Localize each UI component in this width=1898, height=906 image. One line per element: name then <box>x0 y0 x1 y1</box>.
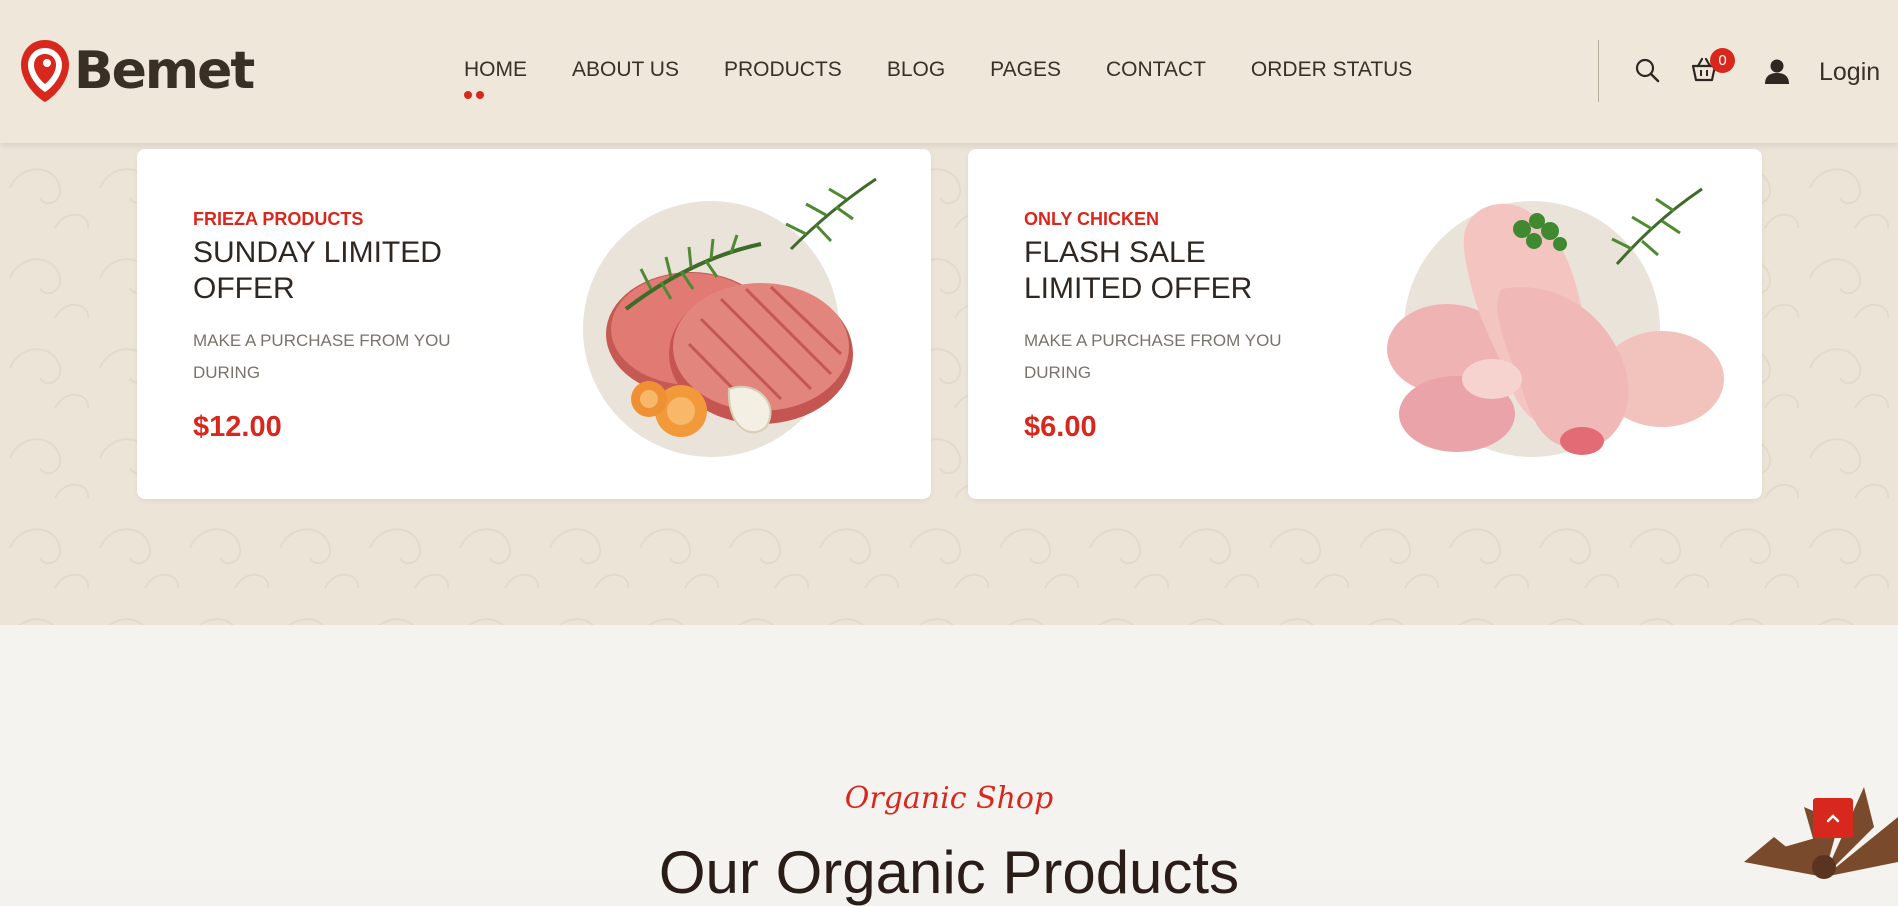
active-indicator <box>464 91 484 99</box>
nav-label: PRODUCTS <box>723 58 842 81</box>
nav-item-pages[interactable]: PAGES <box>990 58 1061 82</box>
offer-price: $6.00 <box>1024 411 1097 443</box>
section-subtitle: Organic Shop <box>844 781 1054 816</box>
nav-item-blog[interactable]: BLOG <box>887 58 945 82</box>
cart-count-badge: 0 <box>1710 48 1735 73</box>
offer-description: MAKE A PURCHASE FROM YOU DURING <box>193 331 451 382</box>
nav-label: ABOUT US <box>572 58 679 81</box>
nav-item-about-us[interactable]: ABOUT US <box>572 58 679 82</box>
offer-description: MAKE A PURCHASE FROM YOU DURING <box>1024 331 1282 382</box>
brand-name: Bemet <box>74 41 255 101</box>
nav-label: HOME <box>464 58 527 81</box>
login-link[interactable]: Login <box>1819 58 1880 87</box>
offer-card[interactable]: ONLY CHICKEN FLASH SALE LIMITED OFFER MA… <box>968 149 1762 499</box>
search-icon[interactable] <box>1634 57 1660 83</box>
offer-title: FLASH SALE LIMITED OFFER <box>1024 236 1253 305</box>
chevron-up-icon <box>1826 814 1840 823</box>
burger-patties-image <box>583 177 877 457</box>
logo-icon <box>21 40 69 102</box>
nav-label: BLOG <box>886 58 946 81</box>
user-icon[interactable] <box>1764 58 1790 85</box>
main-nav: HOME ABOUT US PRODUCTS BLOG PAGES CONTAC… <box>464 58 1457 99</box>
nav-item-home[interactable]: HOME <box>464 58 527 99</box>
offer-kicker: ONLY CHICKEN <box>1024 209 1160 229</box>
site-header: Bemet HOME ABOUT US PRODUCTS BLOG PAGES … <box>0 0 1898 143</box>
nav-item-products[interactable]: PRODUCTS <box>724 58 842 82</box>
header-divider <box>1598 40 1599 102</box>
brand-logo[interactable]: Bemet <box>18 38 255 104</box>
section-title: Our Organic Products <box>658 839 1240 906</box>
raw-chicken-image <box>1387 187 1724 457</box>
offers-section: FRIEZA PRODUCTS SUNDAY LIMITED OFFER MAK… <box>0 143 1898 625</box>
scroll-to-top-button[interactable] <box>1813 798 1853 838</box>
nav-label: PAGES <box>990 58 1061 81</box>
organic-section: Organic Shop Our Organic Products <box>0 625 1898 903</box>
nav-label: ORDER STATUS <box>1250 58 1413 81</box>
offer-price: $12.00 <box>193 411 282 443</box>
nav-item-order-status[interactable]: ORDER STATUS <box>1251 58 1412 82</box>
nav-item-contact[interactable]: CONTACT <box>1106 58 1206 82</box>
nav-label: CONTACT <box>1105 58 1206 81</box>
offer-title: SUNDAY LIMITED OFFER <box>193 236 442 305</box>
offer-kicker: FRIEZA PRODUCTS <box>193 209 364 229</box>
offer-card[interactable]: FRIEZA PRODUCTS SUNDAY LIMITED OFFER MAK… <box>137 149 931 499</box>
